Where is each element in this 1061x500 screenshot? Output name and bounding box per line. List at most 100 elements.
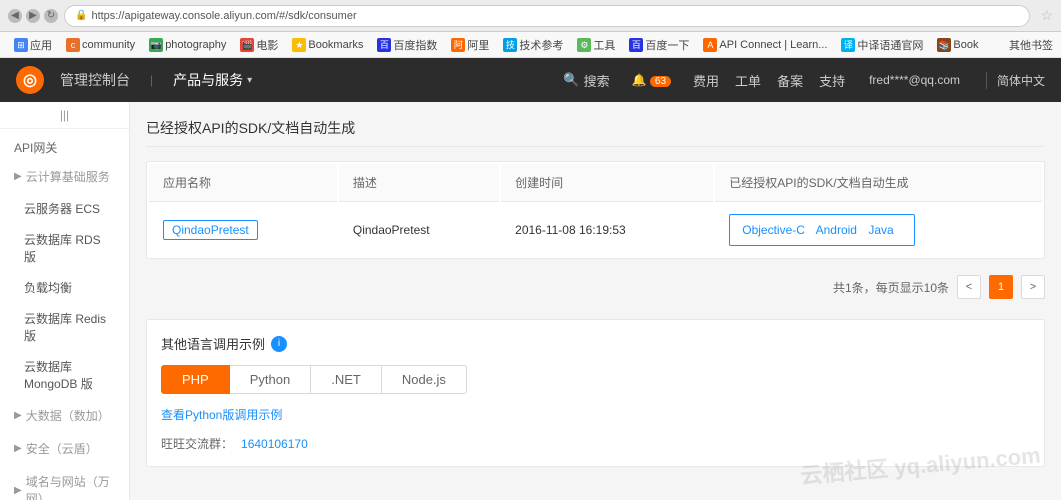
pagination-next[interactable]: > — [1021, 275, 1045, 299]
sidebar-collapse-bar[interactable]: ||| — [0, 102, 129, 129]
sidebar-item-rds[interactable]: 云数据库 RDS 版 — [0, 224, 129, 272]
trans-icon: 译 — [841, 38, 855, 52]
cell-sdk-links: Objective-C Android Java — [715, 204, 1042, 256]
bookmark-api-connect-label: API Connect | Learn... — [719, 39, 827, 51]
sdk-link-java[interactable]: Java — [868, 223, 893, 237]
bookmark-baidu-search[interactable]: 百 百度一下 — [623, 35, 695, 55]
bookmark-tools[interactable]: ⚙ 工具 — [571, 35, 621, 55]
bookmark-api-connect[interactable]: A API Connect | Learn... — [697, 36, 833, 54]
ali-icon: 阿 — [451, 38, 465, 52]
bookmark-baidu-index[interactable]: 百 百度指数 — [371, 35, 443, 55]
bookmark-bookmarks[interactable]: ★ Bookmarks — [286, 36, 369, 54]
bookmark-community[interactable]: c community — [60, 36, 141, 54]
wangwang-section: 旺旺交流群： 1640106170 — [161, 435, 1030, 452]
info-icon[interactable]: i — [271, 336, 287, 352]
python-link[interactable]: 查看Python版调用示例 — [161, 406, 1030, 423]
refresh-button[interactable]: ↻ — [44, 9, 58, 23]
tab-dotnet[interactable]: .NET — [311, 365, 382, 394]
cell-app-name: QindaoPretest — [149, 204, 337, 256]
other-lang-title: 其他语言调用示例 i — [161, 334, 1030, 353]
bookmark-movie[interactable]: 🎬 电影 — [234, 35, 284, 55]
pagination: 共1条，每页显示10条 < 1 > — [146, 275, 1045, 299]
language-switcher[interactable]: 简体中文 — [986, 72, 1045, 89]
col-app-name: 应用名称 — [149, 164, 337, 202]
sidebar-item-ecs[interactable]: 云服务器 ECS — [0, 193, 129, 224]
bookmark-star-icon[interactable]: ☆ — [1040, 7, 1053, 24]
sidebar-section-domain: ▶ 域名与网站（万网） — [0, 465, 129, 500]
bookmark-bookmarks-label: Bookmarks — [308, 39, 363, 51]
console-title: 管理控制台 — [60, 70, 130, 90]
api-network-label: API网关 — [0, 129, 129, 160]
search-icon: 🔍 — [563, 72, 579, 88]
notification-badge: 63 — [650, 76, 671, 87]
sidebar: ||| API网关 ▶ 云计算基础服务 云服务器 ECS 云数据库 RDS 版 … — [0, 102, 130, 500]
bookmark-trans-label: 中译语通官网 — [857, 37, 923, 53]
aliyun-logo: ◎ — [16, 66, 44, 94]
user-account[interactable]: fred****@qq.com — [869, 73, 960, 87]
tab-php[interactable]: PHP — [161, 365, 230, 394]
bookmark-tools-label: 工具 — [593, 37, 615, 53]
pagination-prev[interactable]: < — [957, 275, 981, 299]
search-button[interactable]: 🔍 搜索 — [563, 71, 609, 90]
sidebar-item-slb[interactable]: 负载均衡 — [0, 272, 129, 303]
security-label: 安全（云盾） — [26, 440, 98, 457]
col-description: 描述 — [339, 164, 499, 202]
nav-support[interactable]: 支持 — [819, 71, 845, 90]
bookmark-apps[interactable]: ⊞ 应用 — [8, 35, 58, 55]
bookmark-book-label: Book — [953, 39, 978, 51]
book-icon: 📚 — [937, 38, 951, 52]
sdk-table: 应用名称 描述 创建时间 已经授权API的SDK/文档自动生成 QindaoPr… — [146, 161, 1045, 259]
lock-icon: 🔒 — [75, 10, 87, 21]
nav-record[interactable]: 备案 — [777, 71, 803, 90]
wangwang-number[interactable]: 1640106170 — [241, 437, 308, 451]
sidebar-item-compute[interactable]: ▶ 云计算基础服务 — [0, 160, 129, 193]
back-button[interactable]: ◀ — [8, 9, 22, 23]
other-lang-section: 其他语言调用示例 i PHP Python .NET Node.js 查看Pyt… — [146, 319, 1045, 467]
cell-description: QindaoPretest — [339, 204, 499, 256]
tab-nodejs[interactable]: Node.js — [382, 365, 467, 394]
notification-bell[interactable]: 🔔 63 — [632, 73, 671, 87]
security-expand-icon: ▶ — [14, 443, 22, 454]
nav-links: 费用 工单 备案 支持 — [693, 71, 845, 90]
bookmark-movie-label: 电影 — [256, 37, 278, 53]
bookmark-baidu-search-label: 百度一下 — [645, 37, 689, 53]
tools-icon: ⚙ — [577, 38, 591, 52]
bigdata-expand-icon: ▶ — [14, 410, 22, 421]
bookmark-book[interactable]: 📚 Book — [931, 36, 984, 54]
bookmark-community-label: community — [82, 39, 135, 51]
sidebar-section-bigdata: ▶ 大数据（数加） — [0, 399, 129, 432]
bookmark-photo[interactable]: 📷 photography — [143, 36, 232, 54]
sidebar-item-bigdata[interactable]: ▶ 大数据（数加） — [0, 399, 129, 432]
bookmark-tech-label: 技术参考 — [519, 37, 563, 53]
sdk-link-objc[interactable]: Objective-C — [742, 223, 805, 237]
app-name-link[interactable]: QindaoPretest — [163, 220, 258, 240]
sidebar-section-compute: ▶ 云计算基础服务 — [0, 160, 129, 193]
sidebar-item-redis[interactable]: 云数据库 Redis 版 — [0, 303, 129, 351]
top-nav: ◎ 管理控制台 | 产品与服务 🔍 搜索 🔔 63 费用 工单 备案 支持 fr… — [0, 58, 1061, 102]
bookmark-ali[interactable]: 阿 阿里 — [445, 35, 495, 55]
domain-expand-icon: ▶ — [14, 485, 22, 496]
sidebar-item-mongodb[interactable]: 云数据库 MongoDB 版 — [0, 351, 129, 399]
baidux-icon: 百 — [629, 38, 643, 52]
nav-workbench[interactable]: 工单 — [735, 71, 761, 90]
sidebar-item-domain[interactable]: ▶ 域名与网站（万网） — [0, 465, 129, 500]
pagination-page-1[interactable]: 1 — [989, 275, 1013, 299]
tab-python[interactable]: Python — [230, 365, 311, 394]
url-bar[interactable]: 🔒 https://apigateway.console.aliyun.com/… — [64, 5, 1030, 27]
community-bookmark-icon: c — [66, 38, 80, 52]
sdk-gen-col-label: 已经授权API的SDK/文档自动生成 — [729, 176, 908, 190]
lang-tabs: PHP Python .NET Node.js — [161, 365, 1030, 394]
table-row: QindaoPretest QindaoPretest 2016-11-08 1… — [149, 204, 1042, 256]
bookmark-trans[interactable]: 译 中译语通官网 — [835, 35, 929, 55]
forward-button[interactable]: ▶ — [26, 9, 40, 23]
bookmark-tech[interactable]: 技 技术参考 — [497, 35, 569, 55]
other-bookmarks-label[interactable]: 其他书签 — [1009, 37, 1053, 53]
browser-controls: ◀ ▶ ↻ — [8, 9, 58, 23]
nav-fee[interactable]: 费用 — [693, 71, 719, 90]
sidebar-item-security[interactable]: ▶ 安全（云盾） — [0, 432, 129, 465]
bigdata-label: 大数据（数加） — [26, 407, 110, 424]
sidebar-section-security: ▶ 安全（云盾） — [0, 432, 129, 465]
sdk-link-android[interactable]: Android — [816, 223, 857, 237]
products-menu[interactable]: 产品与服务 — [173, 70, 252, 90]
page-title: 已经授权API的SDK/文档自动生成 — [146, 118, 1045, 147]
